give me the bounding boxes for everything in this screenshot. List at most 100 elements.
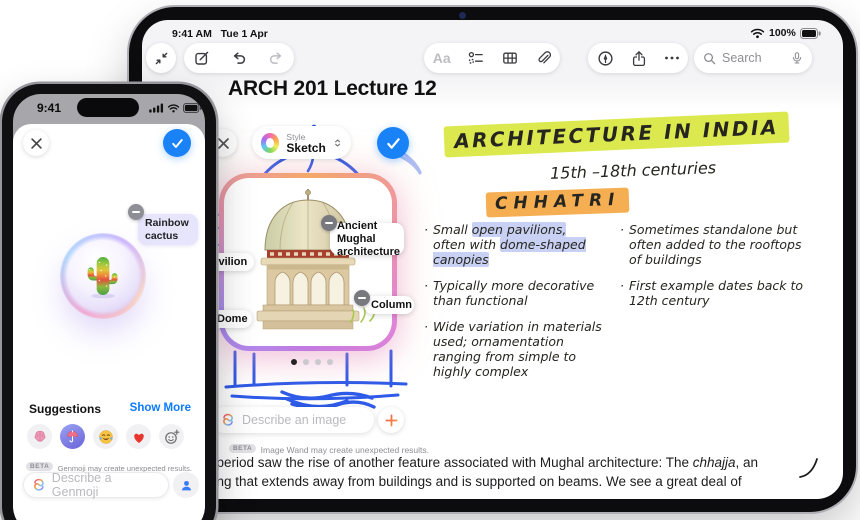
note-title: ARCH 201 Lecture 12	[228, 77, 437, 100]
redo-icon	[269, 51, 281, 64]
handwritten-heading: ARCHITECTURE IN INDIA	[443, 111, 790, 158]
tag-main[interactable]: Ancient Mughal architecture	[330, 220, 404, 258]
undo-button[interactable]	[231, 51, 247, 66]
ipad-camera	[459, 12, 466, 19]
person-icon	[181, 480, 191, 490]
iphone-device: 9:41 Rainbow cactus Suggestions Show Mor…	[2, 84, 216, 520]
page-dot[interactable]	[327, 359, 333, 365]
style-picker[interactable]: Style Sketch	[252, 126, 351, 159]
collapse-button[interactable]	[146, 43, 176, 73]
ipad-screen: 9:41 AM Tue 1 Apr 100% Aa Search ARCH 20…	[142, 20, 843, 499]
rainbow-cactus-emoji	[87, 257, 118, 299]
suggestion-heart[interactable]	[126, 424, 151, 449]
add-image-prompt-button[interactable]	[378, 407, 404, 433]
ipad-status-left: 9:41 AM Tue 1 Apr	[172, 28, 268, 40]
umbrella-icon	[67, 430, 78, 443]
corner-curl-mark	[799, 458, 818, 478]
accept-image-button[interactable]	[377, 127, 409, 159]
attachment-button[interactable]	[535, 50, 552, 66]
tag-column[interactable]: Column	[364, 296, 414, 314]
genmoji-accept-button[interactable]	[163, 129, 191, 157]
handwritten-column-2: · Sometimes standalone but often added to…	[620, 222, 808, 319]
checklist-icon	[468, 51, 484, 64]
close-icon	[217, 137, 229, 149]
genmoji-result-label[interactable]: Rainbow cactus	[138, 214, 198, 245]
apple-intelligence-icon	[223, 413, 233, 426]
iphone-status-icons	[149, 103, 202, 113]
markup-button[interactable]	[597, 50, 614, 67]
chhatri-illustration	[256, 189, 375, 330]
battery-icon	[183, 103, 202, 113]
search-icon	[704, 52, 716, 64]
remove-tag-main-button[interactable]	[321, 215, 337, 231]
dictation-mic-icon[interactable]	[791, 50, 803, 66]
handwritten-bullet: · Wide variation in materials used; ornam…	[424, 319, 602, 379]
wifi-icon	[750, 28, 765, 39]
search-input[interactable]: Search	[694, 43, 812, 73]
cellular-signal-icon	[149, 103, 164, 113]
share-icon	[632, 50, 645, 66]
iphone-screen: 9:41 Rainbow cactus Suggestions Show Mor…	[13, 94, 205, 520]
suggestion-add-emoji[interactable]	[159, 424, 184, 449]
plus-icon	[385, 414, 397, 426]
remove-genmoji-label-button[interactable]	[128, 204, 144, 220]
suggestion-umbrella[interactable]	[60, 424, 85, 449]
brain-icon	[34, 430, 45, 441]
paperclip-icon	[538, 51, 552, 64]
markup-pen-icon	[597, 50, 613, 66]
page-dots[interactable]	[291, 359, 333, 365]
tag-main-label: Ancient Mughal architecture	[337, 219, 400, 258]
search-placeholder: Search	[722, 51, 762, 65]
format-toolbar-group: Aa	[424, 43, 560, 73]
share-button[interactable]	[631, 50, 647, 67]
show-more-link[interactable]: Show More	[130, 402, 191, 414]
tag-dome[interactable]: Dome	[210, 310, 252, 328]
genmoji-sheet: Rainbow cactus Suggestions Show More BET…	[13, 124, 205, 520]
genmoji-bubble	[63, 236, 143, 316]
checkmark-icon	[386, 137, 400, 149]
compose-icon	[195, 51, 209, 65]
more-button[interactable]	[664, 55, 680, 61]
describe-genmoji-placeholder: Describe a Genmoji	[51, 471, 112, 499]
tag-column-label: Column	[371, 299, 412, 311]
redo-button[interactable]	[268, 51, 284, 66]
collapse-icon	[155, 52, 167, 64]
ipad-date: Tue 1 Apr	[220, 28, 268, 40]
describe-image-placeholder: Describe an image	[242, 413, 347, 427]
ellipsis-icon	[664, 56, 679, 60]
genmoji-person-button[interactable]	[173, 472, 199, 498]
heart-icon	[133, 433, 144, 443]
checklist-button[interactable]	[468, 50, 484, 66]
table-icon	[502, 52, 517, 64]
handwritten-section-title: CHHATRI	[485, 187, 630, 218]
ipad-status-right: 100%	[750, 27, 821, 39]
suggestion-brain[interactable]	[27, 424, 52, 449]
compose-button[interactable]	[194, 50, 210, 66]
handwritten-column-1: · Small open pavilions, often with dome-s…	[424, 222, 602, 390]
battery-percent: 100%	[769, 27, 796, 39]
page-dot[interactable]	[303, 359, 309, 365]
text-style-button[interactable]: Aa	[433, 50, 451, 66]
beta-badge: BETA	[26, 462, 54, 472]
remove-tag-column-button[interactable]	[354, 290, 370, 306]
genmoji-close-button[interactable]	[23, 130, 49, 156]
suggestion-laughing[interactable]	[93, 424, 118, 449]
page-dot[interactable]	[315, 359, 321, 365]
add-emoji-icon	[164, 429, 179, 444]
handwritten-bullet: · Small open pavilions, often with dome-s…	[424, 222, 586, 267]
page-dot[interactable]	[291, 359, 297, 365]
close-icon	[30, 137, 42, 149]
handwritten-bullet: · First example dates back to 12th centur…	[620, 278, 804, 308]
marketing-screenshot: 9:41 AM Tue 1 Apr 100% Aa Search ARCH 20…	[0, 0, 860, 520]
handwritten-bullet: · Sometimes standalone but often added to…	[620, 222, 802, 267]
handwritten-subheading: 15th –18th centuries	[549, 158, 717, 183]
laughing-emoji-icon	[98, 429, 113, 444]
describe-image-input[interactable]: Describe an image	[211, 407, 374, 433]
beta-badge: BETA	[228, 444, 257, 454]
actions-toolbar-group	[588, 43, 688, 73]
describe-genmoji-input[interactable]: Describe a Genmoji	[23, 471, 169, 499]
table-button[interactable]	[502, 50, 518, 66]
edit-toolbar-group	[184, 43, 294, 73]
paragraph-line-1: s period saw the rise of another feature…	[206, 455, 759, 470]
suggestion-row	[27, 424, 184, 449]
